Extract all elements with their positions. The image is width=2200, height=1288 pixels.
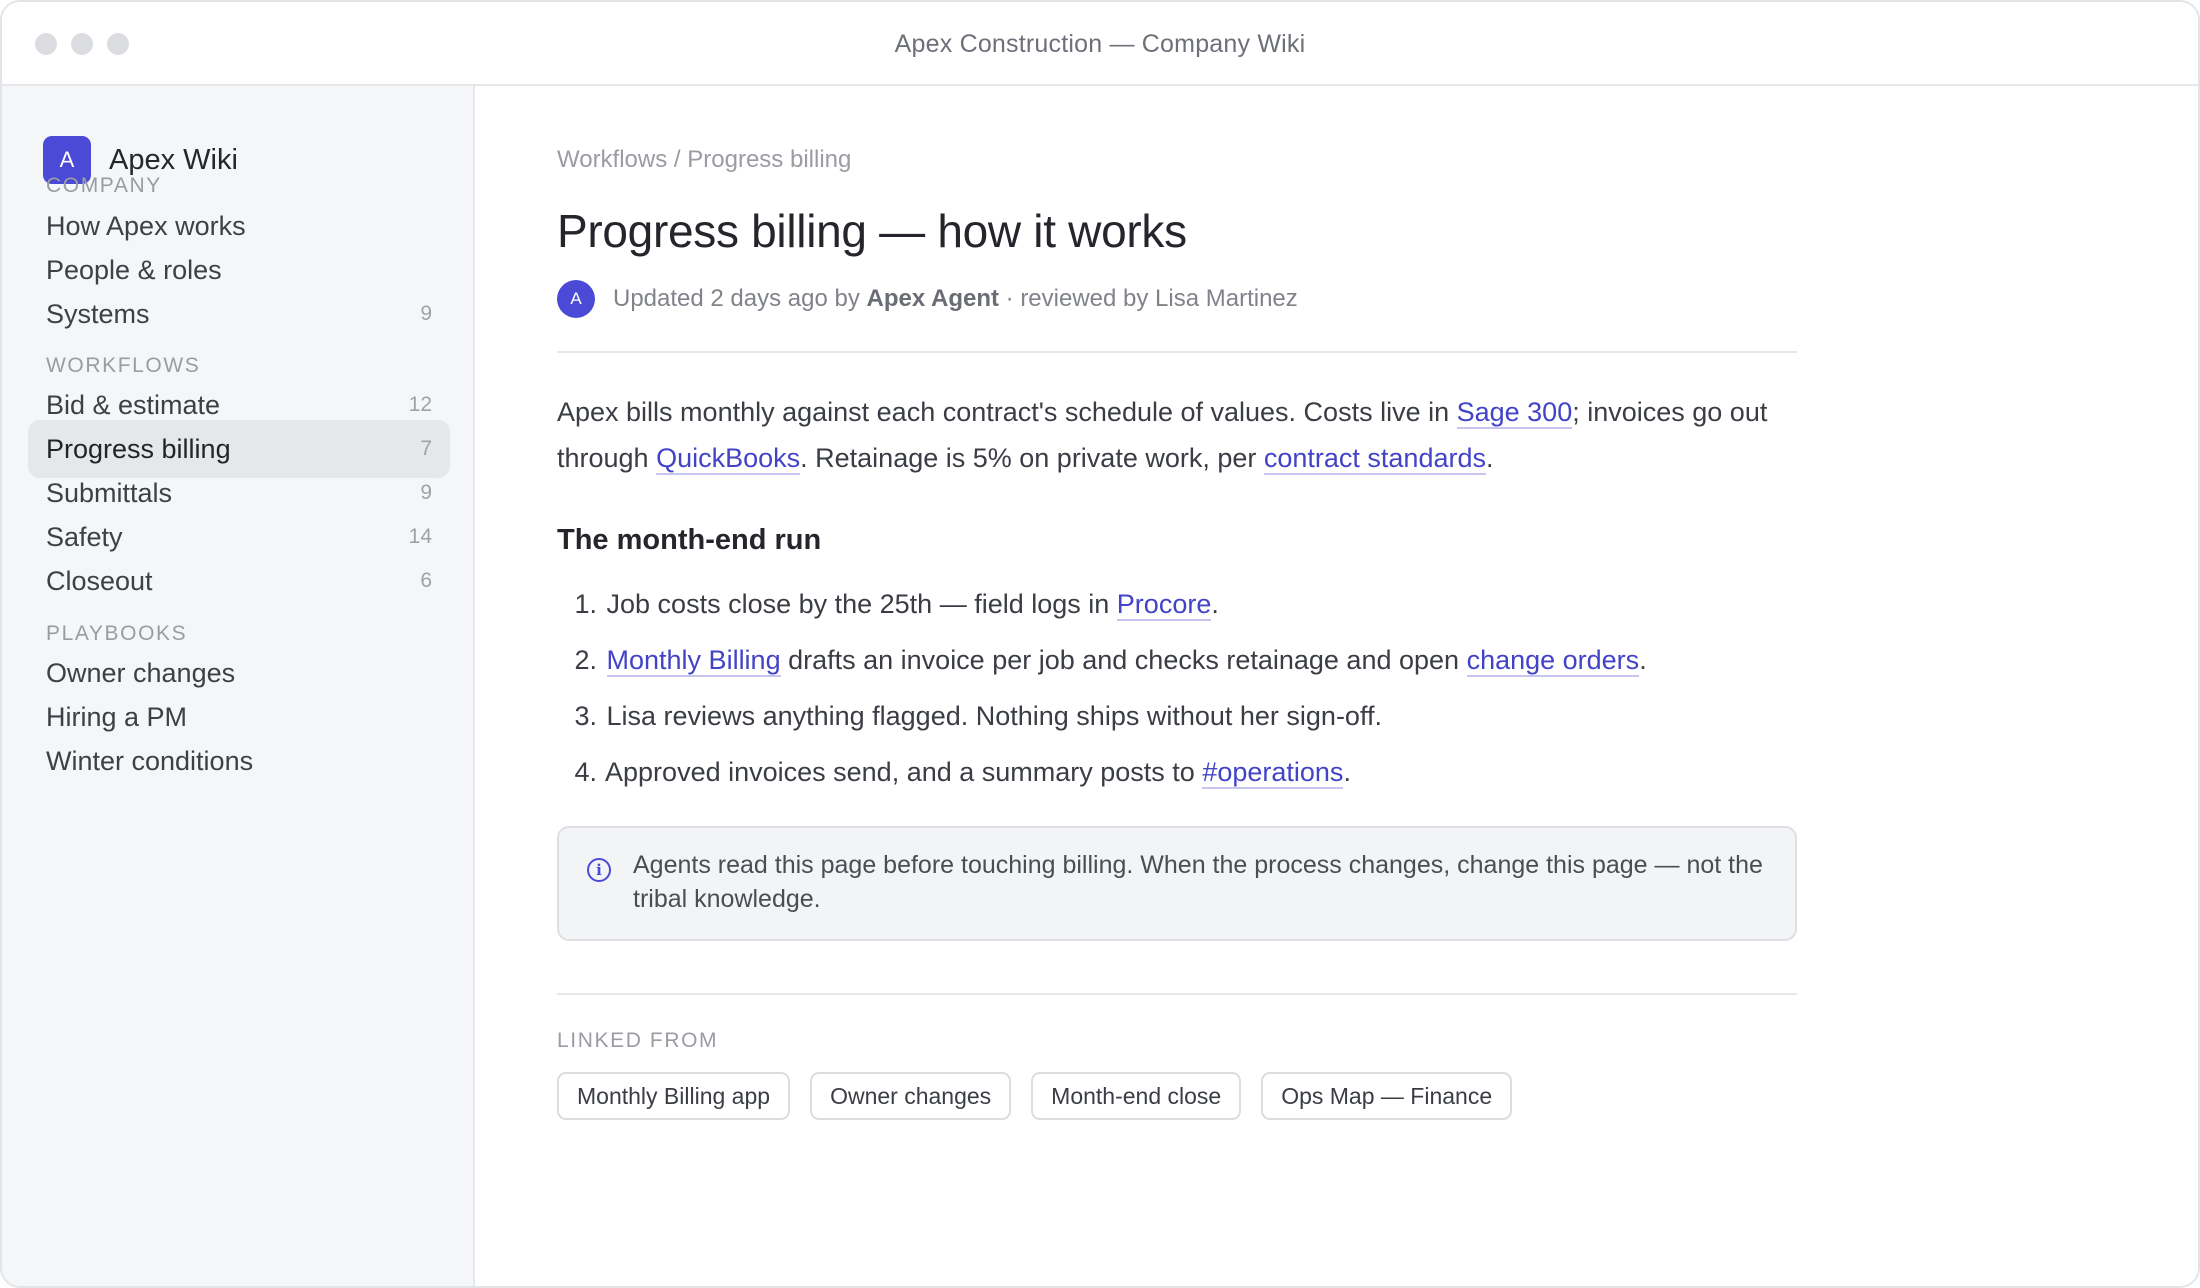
change-orders-link[interactable]: change orders (1466, 645, 1640, 677)
divider (557, 351, 1797, 353)
brand-name: Apex Wiki (109, 143, 238, 176)
sidebar-item-count: 14 (408, 525, 432, 548)
step-text: Lisa reviews anything flagged. Nothing s… (606, 701, 1382, 731)
intro-text: . Retainage is 5% on private work, per (800, 443, 1264, 473)
meta-text: Updated 2 days ago by Apex Agent · revie… (613, 285, 1298, 313)
sidebar-item-winter-conditions[interactable]: Winter conditions (28, 732, 450, 790)
section-heading: The month-end run (557, 524, 822, 556)
breadcrumb-current: Progress billing (687, 146, 852, 173)
linked-chip-ops-map-finance[interactable]: Ops Map — Finance (1261, 1072, 1513, 1120)
list-item: 4. Approved invoices send, and a summary… (557, 744, 1797, 800)
step-text: drafts an invoice per job and checks ret… (780, 645, 1467, 675)
meta-reviewer: · reviewed by Lisa Martinez (998, 285, 1298, 312)
linked-from-chips: Monthly Billing app Owner changes Month-… (557, 1072, 1532, 1120)
list-item: 3. Lisa reviews anything flagged. Nothin… (557, 688, 1797, 744)
sidebar: A Apex Wiki COMPANY How Apex works Peopl… (2, 86, 475, 1286)
step-text: Approved invoices send, and a summary po… (605, 757, 1203, 787)
sidebar-item-label: Hiring a PM (46, 701, 188, 732)
sidebar-section-playbooks: PLAYBOOKS (46, 622, 188, 645)
sidebar-item-label: People & roles (46, 254, 222, 285)
step-number: 1. (574, 589, 597, 619)
step-text: . (1211, 589, 1219, 619)
avatar: A (557, 280, 595, 318)
sidebar-item-label: Safety (46, 521, 123, 552)
breadcrumb-workflows-link[interactable]: Workflows (557, 146, 667, 173)
intro-text: . (1486, 443, 1494, 473)
linked-chip-monthly-billing-app[interactable]: Monthly Billing app (557, 1072, 791, 1120)
sidebar-item-label: Bid & estimate (46, 389, 221, 420)
sidebar-item-label: Owner changes (46, 657, 236, 688)
intro-paragraph: Apex bills monthly against each contract… (557, 389, 1797, 481)
breadcrumb: Workflows / Progress billing (557, 146, 851, 174)
sidebar-item-count: 6 (420, 569, 432, 592)
sidebar-item-count: 12 (408, 393, 432, 416)
contract-standards-link[interactable]: contract standards (1263, 443, 1486, 475)
step-text: . (1639, 645, 1647, 675)
list-item: 1. Job costs close by the 25th — field l… (557, 576, 1797, 632)
app-window: Apex Construction — Company Wiki A Apex … (0, 0, 2200, 1288)
info-icon: i (587, 858, 611, 882)
intro-text: Apex bills monthly against each contract… (557, 397, 1457, 427)
linked-chip-owner-changes[interactable]: Owner changes (810, 1072, 1012, 1120)
sidebar-item-label: Progress billing (46, 433, 231, 464)
sage-300-link[interactable]: Sage 300 (1456, 397, 1573, 429)
operations-channel-link[interactable]: #operations (1202, 757, 1344, 789)
linked-chip-month-end-close[interactable]: Month-end close (1031, 1072, 1242, 1120)
monthly-billing-link[interactable]: Monthly Billing (606, 645, 781, 677)
step-number: 4. (574, 757, 597, 787)
sidebar-section-workflows: WORKFLOWS (46, 354, 201, 377)
step-text: Job costs close by the 25th — field logs… (606, 589, 1117, 619)
sidebar-item-label: Closeout (46, 565, 153, 596)
step-number: 2. (574, 645, 597, 675)
sidebar-item-count: 7 (420, 437, 432, 460)
meta-author: Apex Agent (866, 285, 999, 312)
step-text: . (1343, 757, 1351, 787)
sidebar-item-closeout[interactable]: Closeout 6 (28, 552, 450, 610)
steps-list: 1. Job costs close by the 25th — field l… (557, 576, 1797, 800)
sidebar-section-company: COMPANY (46, 174, 162, 197)
sidebar-item-label: Systems (46, 298, 150, 329)
procore-link[interactable]: Procore (1116, 589, 1212, 621)
sidebar-item-label: Submittals (46, 477, 173, 508)
sidebar-item-label: How Apex works (46, 210, 246, 241)
page-title: Progress billing — how it works (557, 205, 1187, 257)
list-item: 2. Monthly Billing drafts an invoice per… (557, 632, 1797, 688)
title-bar: Apex Construction — Company Wiki (2, 2, 2198, 86)
sidebar-item-systems[interactable]: Systems 9 (28, 285, 450, 343)
sidebar-item-count: 9 (420, 481, 432, 504)
quickbooks-link[interactable]: QuickBooks (656, 443, 801, 475)
breadcrumb-separator: / (667, 146, 688, 173)
sidebar-item-count: 9 (420, 302, 432, 325)
step-number: 3. (574, 701, 597, 731)
divider (557, 993, 1797, 995)
callout-text: Agents read this page before touching bi… (633, 851, 1763, 913)
linked-from-label: LINKED FROM (557, 1029, 719, 1052)
page-meta: A Updated 2 days ago by Apex Agent · rev… (557, 279, 1298, 319)
window-title: Apex Construction — Company Wiki (894, 30, 1306, 58)
sidebar-item-label: Winter conditions (46, 745, 254, 776)
info-callout: i Agents read this page before touching … (557, 826, 1797, 941)
meta-prefix: Updated 2 days ago by (613, 285, 867, 312)
